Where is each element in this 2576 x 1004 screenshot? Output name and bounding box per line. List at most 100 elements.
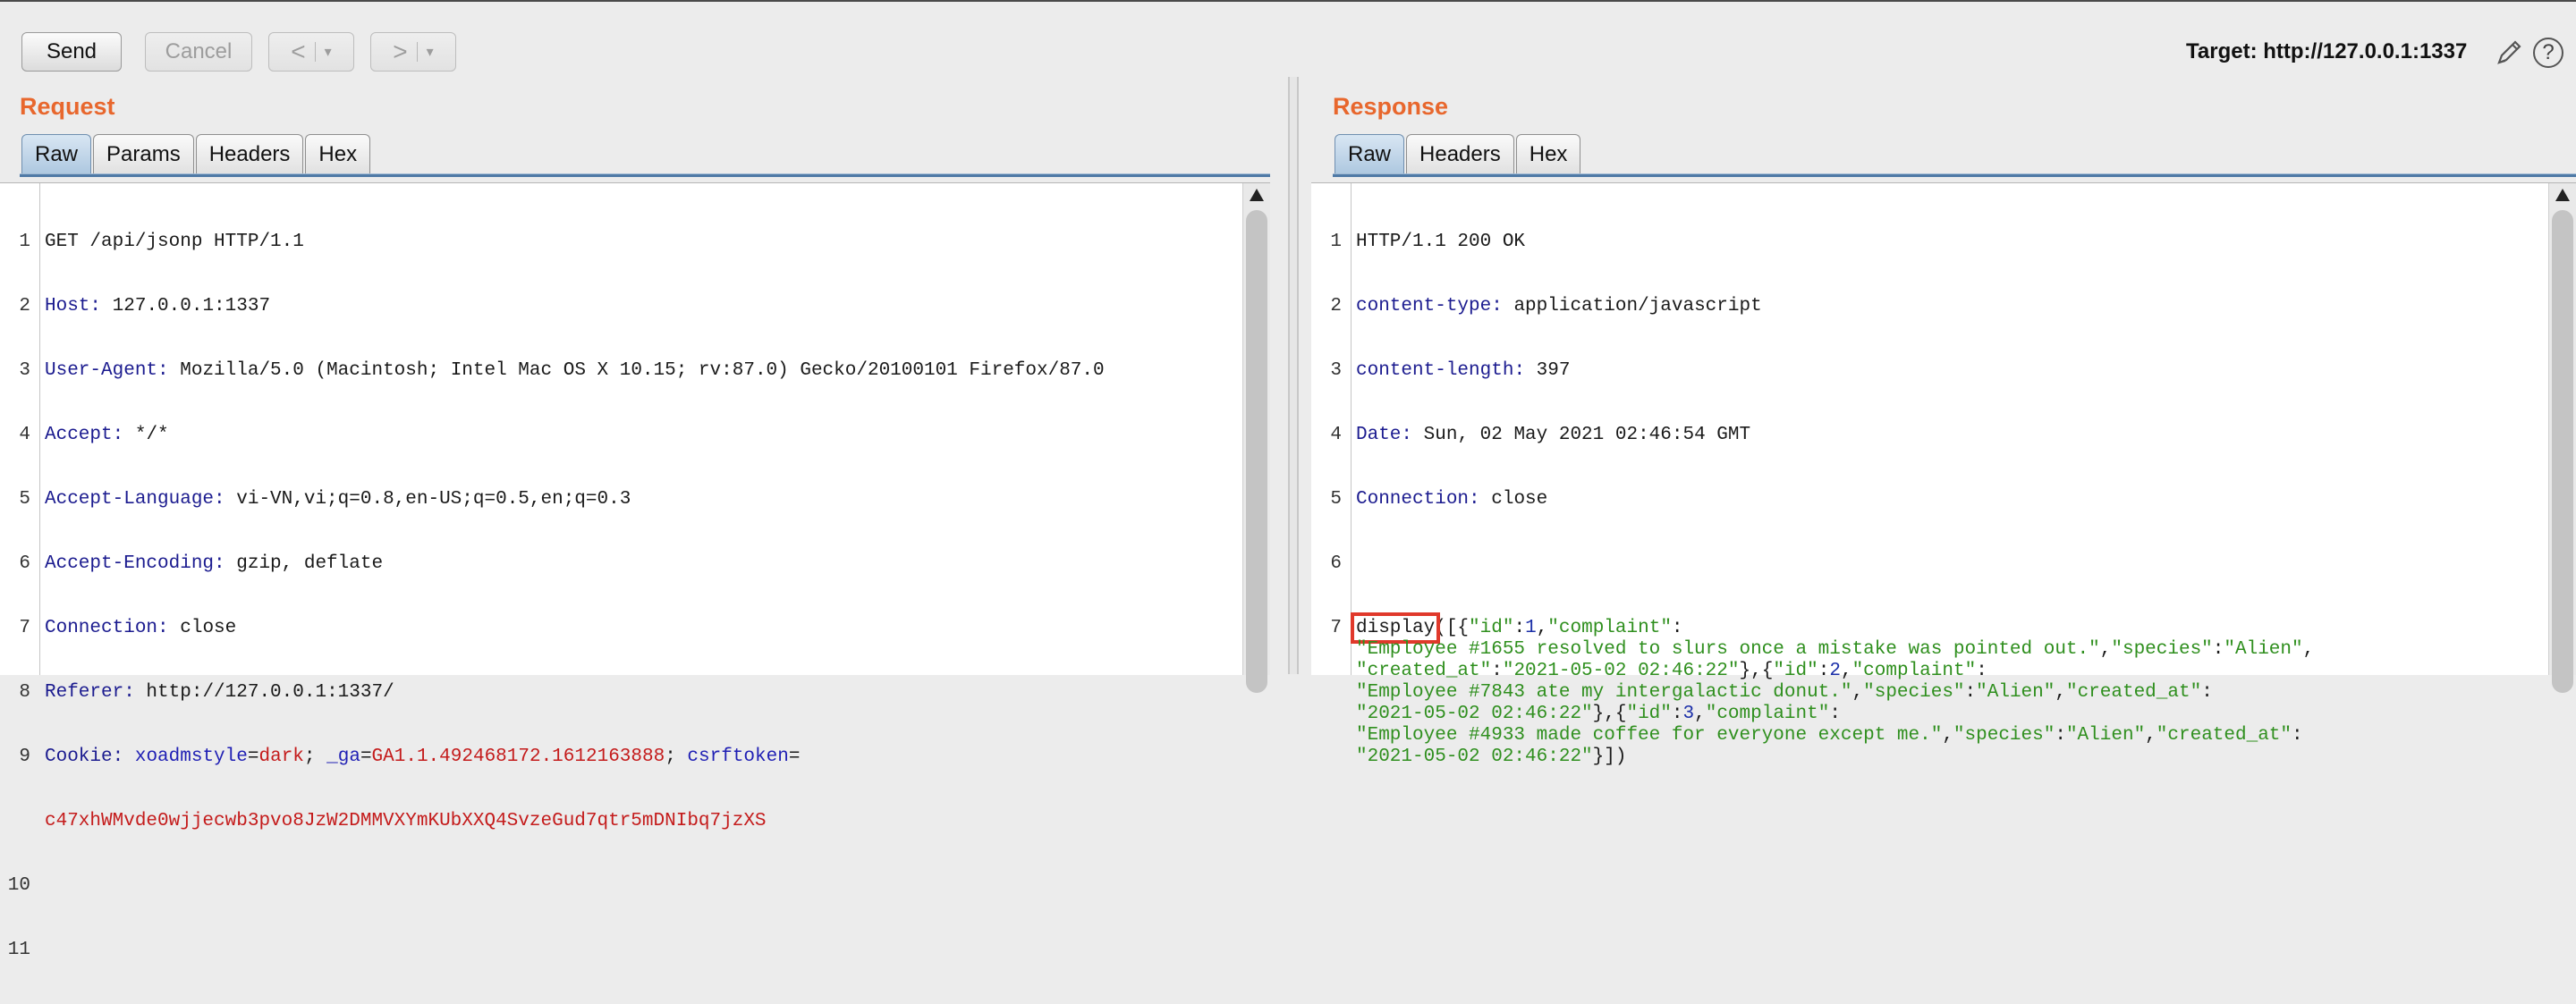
header-key: Host [45, 296, 90, 316]
json-string: "species" [1863, 682, 1965, 703]
tab-underline [1333, 173, 2576, 177]
cookie-name: xoadmstyle [134, 747, 248, 767]
json-punctuation: , [2145, 725, 2157, 746]
line-number: 5 [19, 489, 30, 510]
line-number: 2 [1330, 296, 1342, 316]
json-punctuation: : [2055, 725, 2066, 746]
code-line: 11 [0, 940, 1105, 961]
json-string: "2021-05-02 02:46:22" [1356, 704, 1593, 724]
json-punctuation: , [1536, 618, 1548, 638]
json-punctuation: : [1513, 618, 1526, 638]
tab-underline [20, 173, 1270, 177]
line-number: 4 [19, 425, 30, 445]
json-string: "Employee #7843 ate my intergalactic don… [1356, 682, 1852, 703]
code-line: 2 content-type: application/javascript [1311, 296, 2314, 317]
json-number: 3 [1682, 704, 1695, 724]
scrollbar-thumb[interactable] [2552, 210, 2573, 693]
header-key: content-type [1356, 296, 1492, 316]
cookie-name: _ga [326, 747, 360, 767]
response-editor[interactable]: 1 HTTP/1.1 200 OK 2 content-type: applicat… [1311, 182, 2576, 767]
code-line: 8 Referer: http://127.0.0.1:1337/ [0, 682, 1105, 704]
tab-raw[interactable]: Raw [21, 134, 92, 173]
scroll-up-icon[interactable] [2555, 189, 2570, 201]
request-pane: Request Raw Params Headers Hex 1 GET /api… [0, 73, 1270, 960]
code-line: 7 display([{"id":1,"complaint": [1311, 612, 2314, 644]
json-number: 1 [1525, 618, 1537, 638]
code-line: "2021-05-02 02:46:22"},{"id":3,"complain… [1311, 704, 2314, 725]
json-string: "complaint" [1852, 661, 1977, 681]
tab-headers[interactable]: Headers [1406, 134, 1514, 173]
scrollbar-thumb[interactable] [1246, 210, 1267, 693]
line-number: 1 [19, 232, 30, 252]
line-number: 10 [7, 875, 30, 896]
header-value: close [168, 618, 237, 638]
jsonp-callback-highlight: display [1350, 612, 1441, 644]
header-value: */* [123, 425, 169, 445]
json-punctuation: : [2212, 639, 2224, 660]
code-line: 9 Cookie: xoadmstyle=dark; _ga=GA1.1.4924… [0, 747, 1105, 768]
send-button[interactable]: Send [21, 32, 122, 72]
tab-hex[interactable]: Hex [1515, 134, 1581, 173]
code-line: "Employee #4933 made coffee for everyone… [1311, 725, 2314, 747]
code-line: 10 [0, 875, 1105, 897]
json-string: "species" [2111, 639, 2213, 660]
code-line: 7 Connection: close [0, 618, 1105, 639]
json-punctuation: [{ [1445, 618, 1470, 638]
json-punctuation: , [1694, 704, 1706, 724]
json-string: "2021-05-02 02:46:22" [1356, 747, 1593, 767]
request-tabs: Raw Params Headers Hex [21, 134, 372, 173]
response-tabs: Raw Headers Hex [1335, 134, 1582, 173]
line-number: 8 [19, 682, 30, 703]
json-string: "Employee #4933 made coffee for everyone… [1356, 725, 1943, 746]
request-code: 1 GET /api/jsonp HTTP/1.1 2 Host: 127.0.0.… [0, 189, 1105, 1004]
code-line: 1 GET /api/jsonp HTTP/1.1 [0, 232, 1105, 253]
json-string: "created_at" [2065, 682, 2202, 703]
line-number: 5 [1330, 489, 1342, 510]
button-separator [416, 42, 418, 62]
help-icon[interactable]: ? [2533, 38, 2563, 68]
json-punctuation: : [1976, 661, 1987, 681]
pane-splitter[interactable] [1288, 77, 1299, 674]
request-editor[interactable]: 1 GET /api/jsonp HTTP/1.1 2 Host: 127.0.0.… [0, 182, 1270, 960]
json-punctuation: : [1829, 704, 1841, 724]
json-punctuation: },{ [1592, 704, 1627, 724]
response-scrollbar[interactable] [2548, 183, 2576, 693]
code-line: 1 HTTP/1.1 200 OK [1311, 232, 2314, 253]
header-value: Mozilla/5.0 (Macintosh; Intel Mac OS X 1… [168, 360, 1105, 381]
json-string: "complaint" [1547, 618, 1672, 638]
code-line: 5 Accept-Language: vi-VN,vi;q=0.8,en-US;q… [0, 489, 1105, 510]
json-punctuation: , [2055, 682, 2066, 703]
response-title: Response [1333, 93, 1449, 120]
header-key: Referer [45, 682, 124, 703]
tab-headers[interactable]: Headers [195, 134, 304, 173]
request-scrollbar[interactable] [1242, 183, 1270, 693]
header-value: 127.0.0.1:1337 [101, 296, 271, 316]
cookie-value: dark [258, 747, 304, 767]
code-line: 3 content-length: 397 [1311, 360, 2314, 382]
json-string: "created_at" [2156, 725, 2292, 746]
tab-params[interactable]: Params [93, 134, 194, 173]
pencil-edit-icon[interactable] [2494, 38, 2524, 68]
header-value: application/javascript [1502, 296, 1762, 316]
tab-raw[interactable]: Raw [1335, 134, 1405, 173]
back-button[interactable]: < ▾ [268, 32, 354, 72]
code-line: 2 Host: 127.0.0.1:1337 [0, 296, 1105, 317]
forward-arrow-icon: > [393, 38, 408, 65]
tab-hex[interactable]: Hex [305, 134, 371, 173]
code-line: 4 Date: Sun, 02 May 2021 02:46:54 GMT [1311, 425, 2314, 446]
line-number: 3 [19, 360, 30, 381]
header-value: Sun, 02 May 2021 02:46:54 GMT [1412, 425, 1751, 445]
line-number: 1 [1330, 232, 1342, 252]
forward-button[interactable]: > ▾ [370, 32, 456, 72]
request-title: Request [20, 93, 115, 120]
json-punctuation: , [1942, 725, 1953, 746]
header-key: Connection [45, 618, 158, 638]
json-string: "complaint" [1705, 704, 1830, 724]
cancel-button[interactable]: Cancel [145, 32, 252, 72]
header-key: Connection [1356, 489, 1470, 510]
json-string: "id" [1773, 661, 1818, 681]
code-line-wrap: c47xhWMvde0wjjecwb3pvo8JzW2DMMVXYmKUbXXQ… [0, 811, 1105, 832]
scroll-up-icon[interactable] [1250, 189, 1264, 201]
json-string: "Alien" [2065, 725, 2146, 746]
line-number: 2 [19, 296, 30, 316]
